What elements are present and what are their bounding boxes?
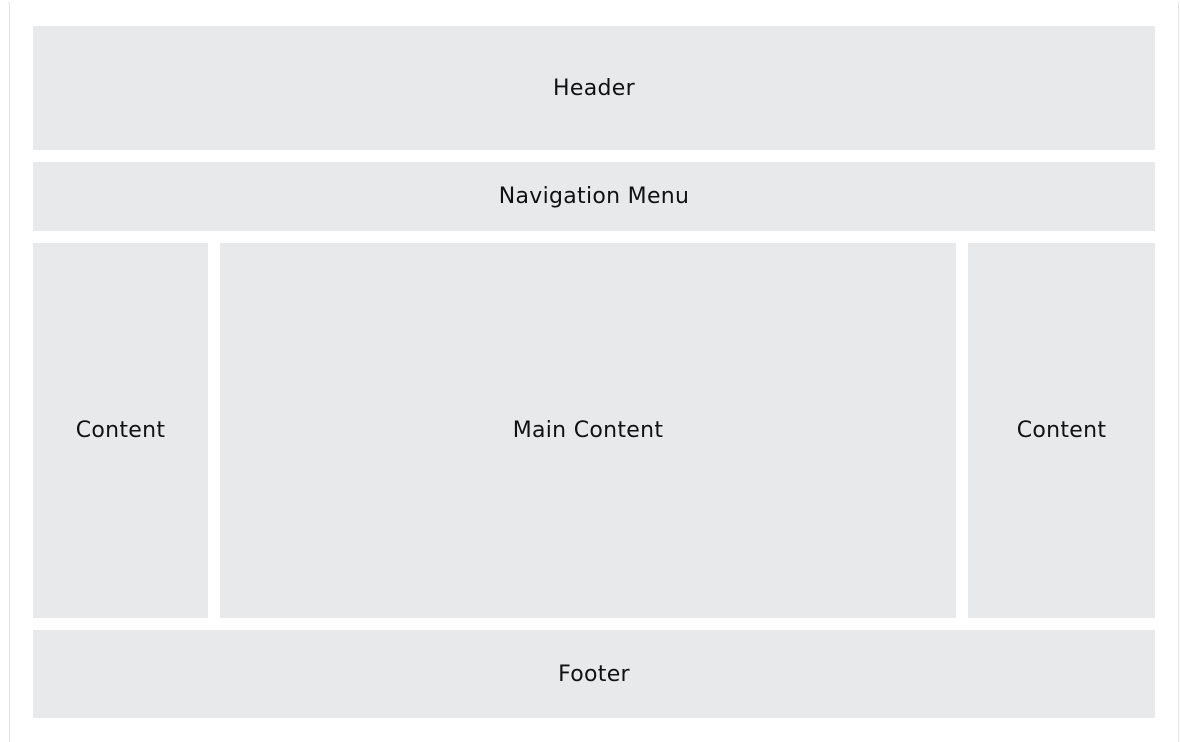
footer-block: Footer [33,630,1155,718]
header-block: Header [33,26,1155,150]
left-content-block: Content [33,243,208,618]
navigation-menu-label: Navigation Menu [498,184,690,209]
right-content-label: Content [1016,418,1107,443]
right-content-block: Content [968,243,1155,618]
left-content-label: Content [75,418,166,443]
footer-label: Footer [558,661,630,687]
main-content-label: Main Content [512,418,664,443]
main-content-block: Main Content [220,243,956,618]
navigation-menu-block: Navigation Menu [33,162,1155,231]
header-label: Header [553,75,635,101]
